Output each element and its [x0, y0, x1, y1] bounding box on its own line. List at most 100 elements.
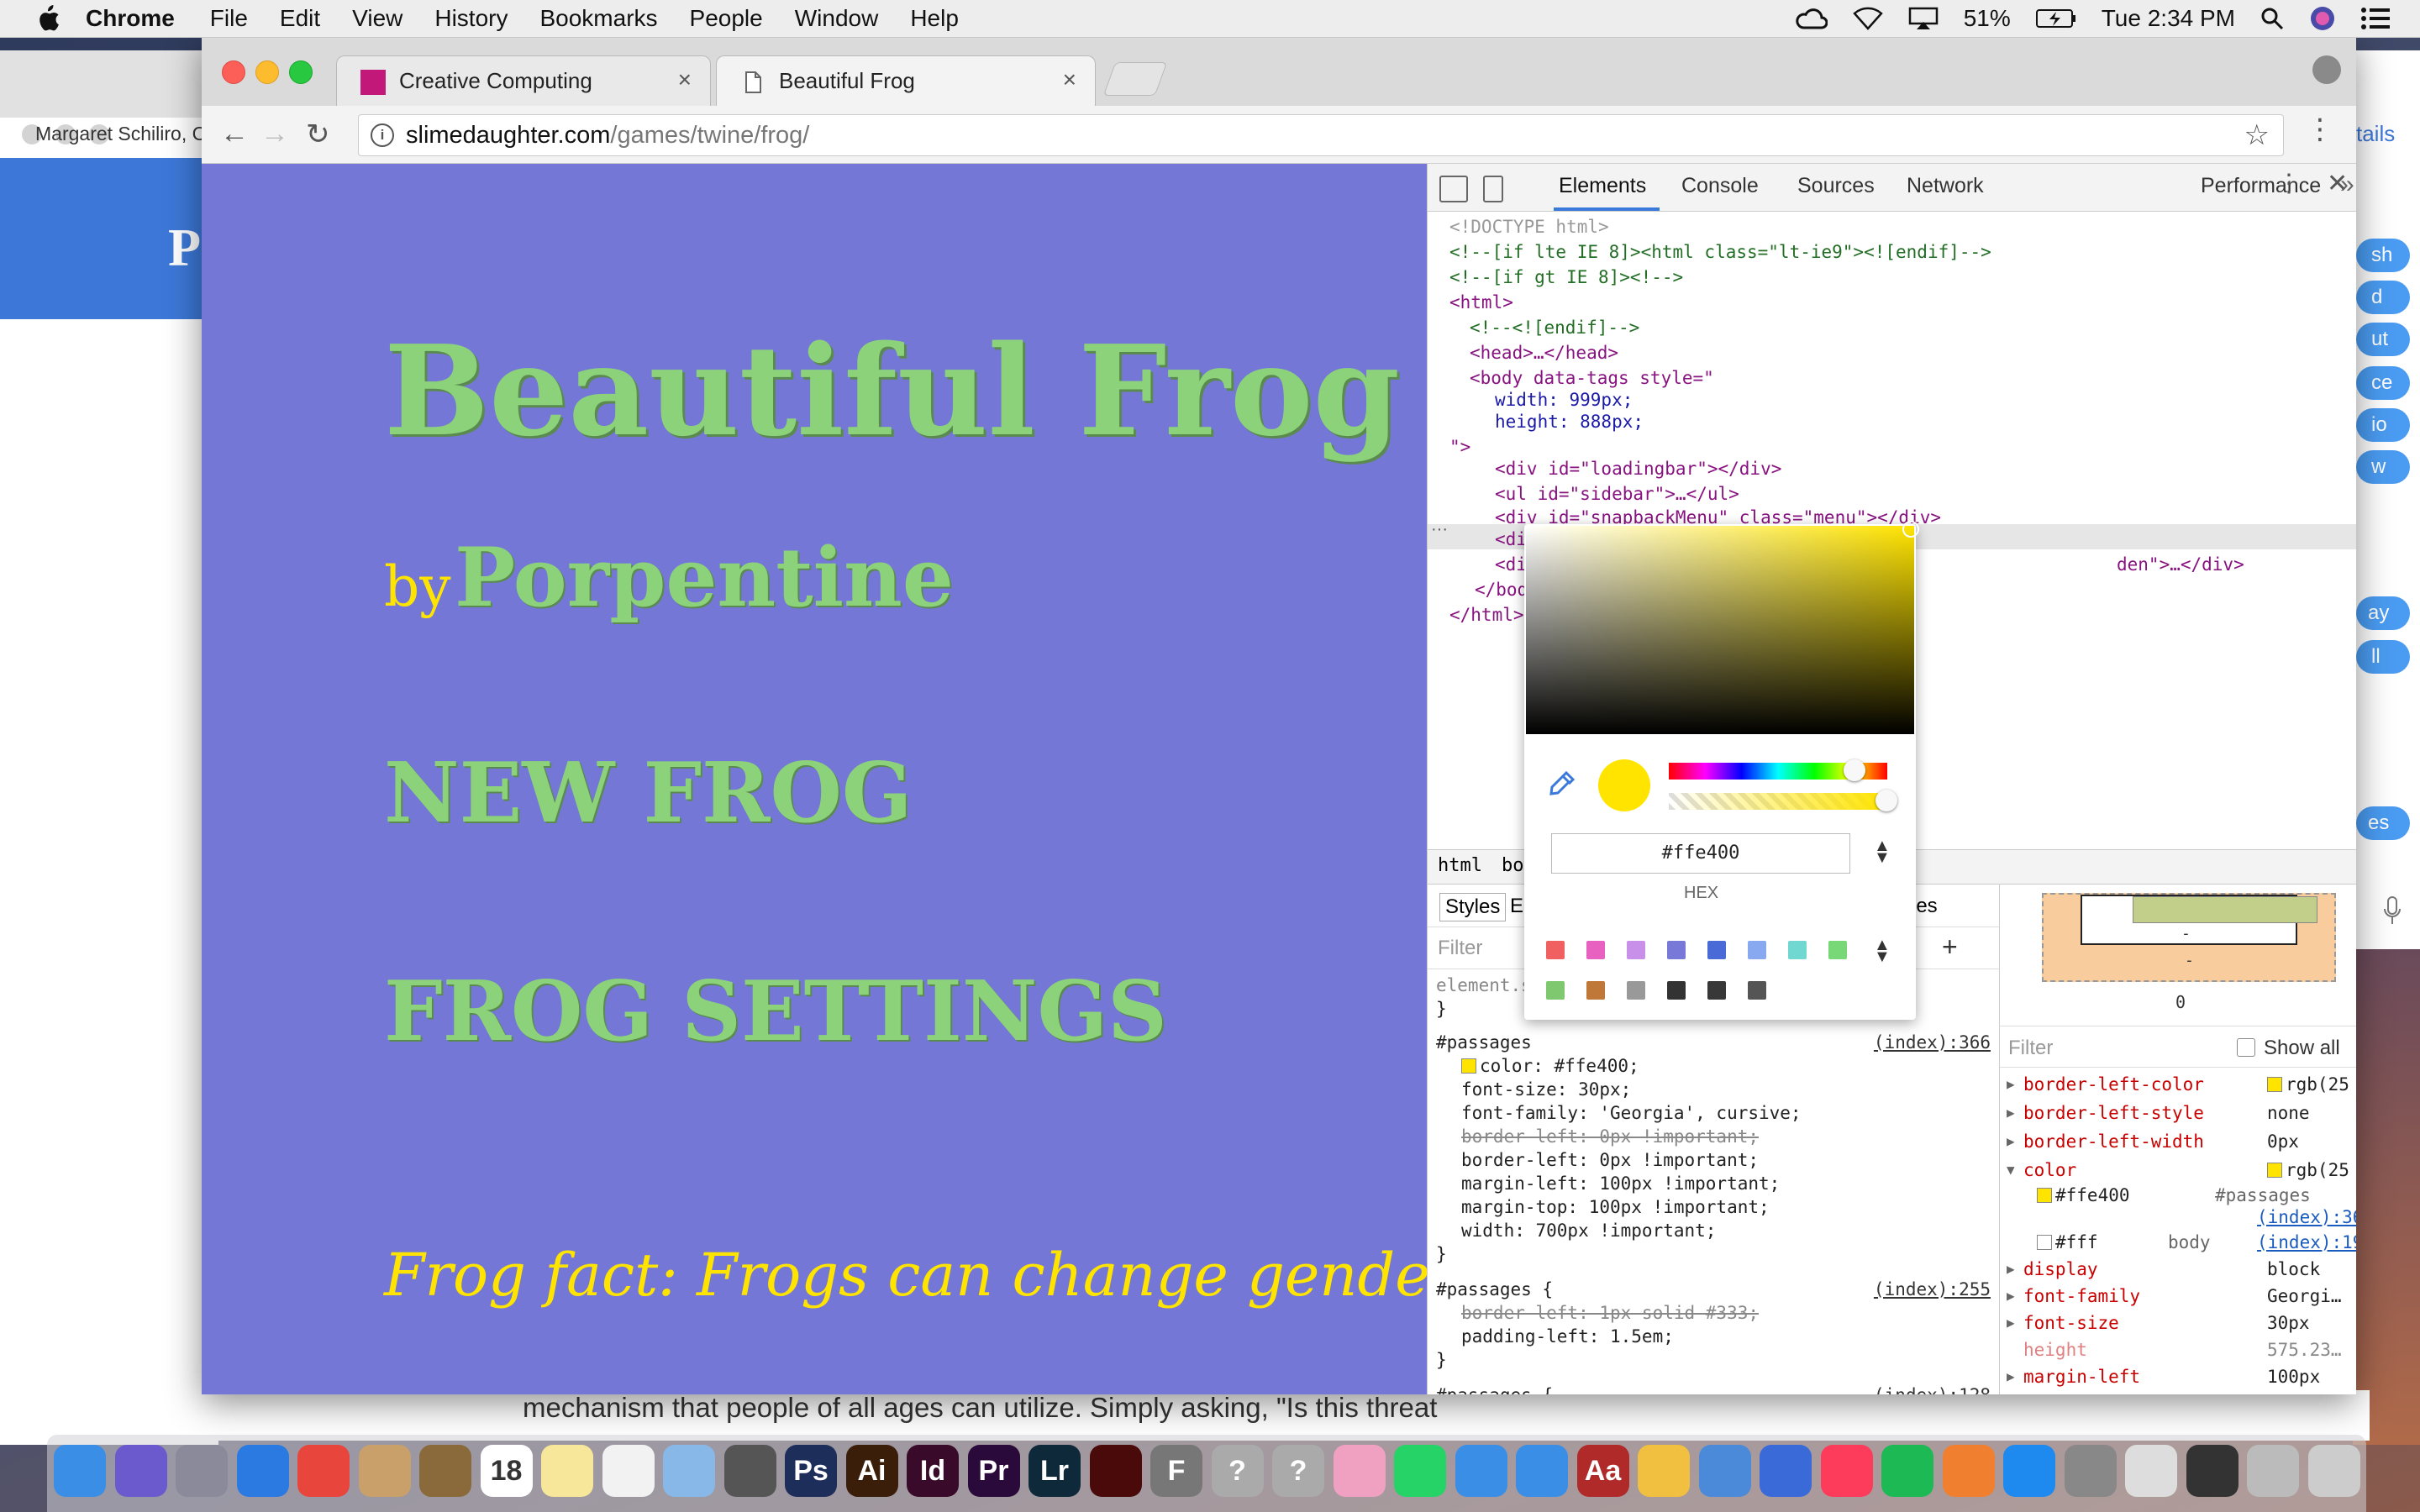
source-link[interactable]: (index):366	[2257, 1204, 2356, 1231]
tab-elements[interactable]: Elements	[1559, 174, 1646, 198]
expand-triangle-icon[interactable]: ▶	[2007, 1283, 2015, 1310]
css-source-link[interactable]: (index):255	[1874, 1278, 1991, 1301]
back-arrow-icon[interactable]: ←	[220, 118, 249, 150]
palette-swatch[interactable]	[1627, 981, 1645, 1000]
dock-app-icon[interactable]: Ps	[785, 1445, 837, 1497]
css-declaration[interactable]: margin-top: 100px !important;	[1461, 1195, 1770, 1219]
alpha-slider-handle[interactable]	[1876, 790, 1897, 811]
dock-app-icon[interactable]	[1638, 1445, 1690, 1497]
tab-styles[interactable]: Styles	[1439, 893, 1507, 921]
dock-app-icon[interactable]	[236, 1445, 289, 1497]
dom-node[interactable]: <ul id="sidebar">…</ul>	[1495, 481, 1739, 507]
dock-app-icon[interactable]: F	[1150, 1445, 1202, 1497]
menu-help[interactable]: Help	[910, 5, 959, 32]
microphone-icon[interactable]	[2383, 895, 2402, 926]
dom-node[interactable]: </html>	[1449, 602, 1524, 627]
forward-arrow-icon[interactable]: →	[260, 118, 289, 150]
dom-node[interactable]: <head>…</head>	[1470, 340, 1618, 365]
creative-cloud-icon[interactable]	[1796, 8, 1828, 29]
palette-swatch[interactable]	[1667, 941, 1686, 959]
menu-window[interactable]: Window	[795, 5, 879, 32]
wifi-icon[interactable]	[1852, 7, 1883, 30]
new-tab-button[interactable]	[1102, 62, 1168, 96]
notification-center-icon[interactable]	[2361, 7, 2390, 30]
dock-app-icon[interactable]: ?	[1272, 1445, 1324, 1497]
palette-swatch[interactable]	[1667, 981, 1686, 1000]
css-declaration[interactable]: font-size: 30px;	[1461, 1078, 1631, 1101]
dock-app-icon[interactable]	[2247, 1445, 2299, 1497]
dock-app-icon[interactable]	[723, 1445, 776, 1497]
background-bookmark[interactable]: Margaret Schiliro, C	[35, 123, 206, 145]
computed-filter-input[interactable]: Filter	[2008, 1037, 2053, 1060]
dock-app-icon[interactable]	[54, 1445, 106, 1497]
frog-settings-link[interactable]: FROG SETTINGS	[384, 963, 1167, 1060]
css-selector[interactable]: #passages	[1436, 1031, 1532, 1054]
saturation-value-area[interactable]	[1526, 526, 1914, 734]
dom-node[interactable]: height: 888px;	[1495, 409, 1644, 434]
dock-app-icon[interactable]	[114, 1445, 167, 1497]
expand-triangle-icon[interactable]: ▶	[2007, 1256, 2015, 1283]
menu-file[interactable]: File	[210, 5, 248, 32]
dock-app-icon[interactable]: Id	[907, 1445, 959, 1497]
palette-swatch[interactable]	[1748, 981, 1766, 1000]
palette-swatch[interactable]	[1546, 941, 1565, 959]
airplay-icon[interactable]	[1908, 7, 1939, 30]
css-selector[interactable]: #passages {	[1436, 1278, 1553, 1301]
dom-node[interactable]: <di	[1495, 527, 1527, 552]
alpha-slider[interactable]	[1669, 793, 1887, 810]
dock-app-icon[interactable]	[2064, 1445, 2117, 1497]
dock-app-icon[interactable]	[419, 1445, 471, 1497]
palette-swatch[interactable]	[1546, 981, 1565, 1000]
dom-node[interactable]: <div id="loadingbar"></div>	[1495, 456, 1781, 481]
expand-triangle-icon[interactable]: ▶	[2007, 1071, 2015, 1098]
window-zoom-button[interactable]	[289, 60, 313, 84]
dock-app-icon[interactable]	[1942, 1445, 1995, 1497]
dock-app-icon[interactable]	[602, 1445, 655, 1497]
dock-app-icon[interactable]	[2186, 1445, 2238, 1497]
css-selector[interactable]: #passages {	[1436, 1383, 1553, 1394]
palette-swatch[interactable]	[1748, 941, 1766, 959]
siri-icon[interactable]	[2309, 5, 2336, 32]
menu-view[interactable]: View	[352, 5, 402, 32]
css-declaration[interactable]: border-left: 0px !important;	[1461, 1148, 1759, 1172]
dock-app-icon[interactable]	[1394, 1445, 1446, 1497]
tab-performance[interactable]: Performance	[2201, 174, 2321, 198]
dom-node[interactable]: den">…</div>	[2117, 552, 2244, 577]
profile-avatar-icon[interactable]	[2312, 55, 2341, 84]
dock-app-icon[interactable]	[1455, 1445, 1507, 1497]
dock-app-icon[interactable]	[176, 1445, 228, 1497]
collapse-triangle-icon[interactable]: ▼	[2007, 1157, 2015, 1184]
palette-swatch[interactable]	[1627, 941, 1645, 959]
dock-app-icon[interactable]	[1516, 1445, 1568, 1497]
tab-sources[interactable]: Sources	[1797, 174, 1875, 198]
dock-app-icon[interactable]	[663, 1445, 715, 1497]
hex-input[interactable]: #ffe400	[1551, 833, 1850, 874]
address-bar[interactable]: i slimedaughter.com/games/twine/frog/ ☆	[358, 114, 2284, 156]
expand-triangle-icon[interactable]: ▶	[2007, 1363, 2015, 1390]
expand-triangle-icon[interactable]: ▶	[2007, 1310, 2015, 1336]
palette-swatch[interactable]	[1707, 981, 1726, 1000]
battery-icon[interactable]	[2035, 8, 2076, 29]
dock-app-icon[interactable]	[2003, 1445, 2055, 1497]
new-frog-link[interactable]: NEW FROG	[384, 745, 913, 842]
styles-filter-input[interactable]: Filter	[1438, 937, 1482, 960]
eyedropper-icon[interactable]	[1548, 769, 1576, 798]
color-swatch[interactable]	[2037, 1188, 2052, 1203]
dock-app-icon[interactable]	[297, 1445, 350, 1497]
dock-app-icon[interactable]	[1760, 1445, 1812, 1497]
dock-app-icon[interactable]	[1333, 1445, 1386, 1497]
close-tab-icon[interactable]: ×	[1063, 66, 1076, 93]
tab-network[interactable]: Network	[1907, 174, 1984, 198]
dock-app-icon[interactable]: Pr	[967, 1445, 1020, 1497]
menu-people[interactable]: People	[690, 5, 763, 32]
menu-edit[interactable]: Edit	[280, 5, 320, 32]
dock-app-icon[interactable]	[2125, 1445, 2177, 1497]
new-style-rule-button[interactable]: +	[1942, 932, 1958, 963]
css-declaration-overridden[interactable]: border-left: 0px !important;	[1461, 1125, 1759, 1148]
dock-app-icon[interactable]	[1820, 1445, 1873, 1497]
palette-swatch[interactable]	[1707, 941, 1726, 959]
saturation-handle[interactable]	[1902, 521, 1919, 538]
close-devtools-icon[interactable]: ✕	[2327, 169, 2348, 198]
color-swatch[interactable]	[2267, 1077, 2282, 1092]
bookmark-star-icon[interactable]: ☆	[2244, 118, 2270, 152]
